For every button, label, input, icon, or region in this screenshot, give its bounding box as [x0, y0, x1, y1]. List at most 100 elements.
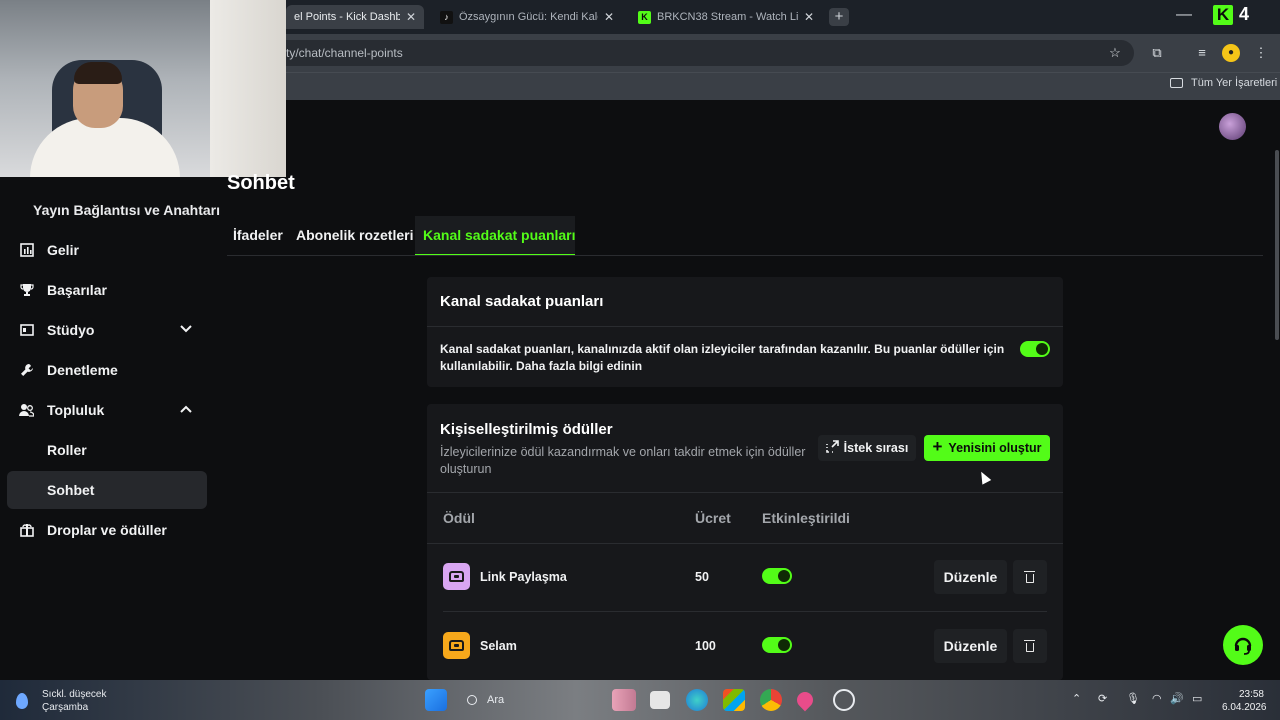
menu-kebab-icon[interactable]: ⋮ [1252, 44, 1270, 62]
kick-extension-badge[interactable]: K 4 [1213, 4, 1249, 25]
edit-reward-button[interactable]: Düzenle [934, 629, 1007, 663]
weather-line1: Sıckl. düşecek [42, 689, 107, 700]
column-header-reward: Ödül [443, 510, 475, 526]
plus-icon: + [932, 437, 943, 456]
headset-icon [1234, 637, 1252, 655]
reward-name: Selam [480, 639, 517, 653]
tray-overflow-icon[interactable]: ⌃ [1072, 692, 1081, 705]
sidebar-item-gelir[interactable]: Gelir [7, 231, 207, 269]
microphone-icon[interactable]: 🎙 [1126, 692, 1140, 705]
sidebar-item-denetleme[interactable]: Denetleme [7, 351, 207, 389]
user-avatar[interactable] [1219, 113, 1246, 140]
tab-title: Özsaygının Gücü: Kendi Kalen... [459, 11, 598, 23]
weather-widget[interactable]: Sıckl. düşecek Çarşamba [16, 688, 106, 714]
chrome-icon[interactable] [760, 689, 782, 711]
reward-enable-toggle[interactable] [762, 637, 792, 653]
reward-name: Link Paylaşma [480, 570, 567, 584]
weather-line2: Çarşamba [42, 702, 89, 713]
clock-date: 6.04.2026 [1222, 702, 1267, 713]
address-bar[interactable]: ty/chat/channel-points [270, 40, 1134, 66]
reward-phone-icon [443, 632, 470, 659]
taskbar-clock[interactable]: 23:58 6.04.2026 [1222, 688, 1267, 714]
rain-icon [16, 693, 28, 709]
bookmark-star-icon[interactable]: ☆ [1106, 44, 1124, 62]
card-title: Kanal sadakat puanları [440, 293, 604, 310]
reward-enable-toggle[interactable] [762, 568, 792, 584]
loyalty-description: Kanal sadakat puanları, kanalınızda akti… [440, 342, 1005, 373]
search-label: Ara [487, 694, 505, 706]
chart-icon [19, 243, 34, 258]
sidebar-item-sohbet[interactable]: Sohbet [7, 471, 207, 509]
sidebar-item-label: Stüdyo [47, 322, 95, 338]
minimize-icon[interactable]: — [1176, 6, 1192, 24]
rewards-description: İzleyicilerinize ödül kazandırmak ve onl… [440, 445, 806, 476]
row-divider [443, 611, 1047, 612]
media-control-icon[interactable]: ≡ [1193, 44, 1211, 62]
all-bookmarks-button[interactable]: Tüm Yer İşaretleri [1170, 77, 1277, 89]
tab-kick-stream[interactable]: K BRKCN38 Stream - Watch Live ✕ [630, 5, 822, 29]
sidebar-stream-key-link[interactable]: Yayın Bağlantısı ve Anahtarı [33, 202, 220, 218]
delete-reward-button[interactable] [1013, 560, 1047, 594]
tab-abonelik-rozetleri[interactable]: Abonelik rozetleri [296, 227, 413, 243]
close-icon[interactable]: ✕ [804, 10, 814, 24]
sidebar-item-studyo[interactable]: Stüdyo [7, 311, 207, 349]
chevron-up-icon[interactable] [179, 402, 193, 416]
new-tab-button[interactable]: + [829, 8, 849, 26]
sidebar-item-label: Roller [47, 442, 87, 458]
external-queue-icon [825, 440, 839, 456]
column-header-cost: Ücret [695, 510, 731, 526]
tab-title: el Points - Kick Dashboard [294, 11, 400, 23]
store-icon[interactable] [723, 689, 745, 711]
windows-taskbar [0, 680, 1280, 720]
profile-icon[interactable]: ● [1222, 44, 1240, 62]
edit-reward-button[interactable]: Düzenle [934, 560, 1007, 594]
widgets-icon[interactable] [612, 689, 636, 711]
request-queue-button[interactable]: İstek sırası [818, 435, 916, 461]
windows-start-icon[interactable] [425, 689, 447, 711]
sync-icon[interactable]: ⟳ [1098, 692, 1107, 705]
edge-browser-icon[interactable] [686, 689, 708, 711]
button-label: İstek sırası [843, 441, 909, 455]
task-view-icon[interactable] [650, 691, 670, 709]
volume-icon[interactable]: 🔊 [1170, 692, 1184, 705]
page-scrollbar[interactable] [1275, 150, 1279, 340]
taskbar-search[interactable]: Ara [459, 689, 545, 711]
obs-icon[interactable] [833, 689, 855, 711]
tab-kanal-sadakat-puanlari[interactable]: Kanal sadakat puanları [423, 227, 576, 243]
battery-icon[interactable]: ▭ [1192, 692, 1202, 705]
delete-reward-button[interactable] [1013, 629, 1047, 663]
button-label: Yenisini oluştur [948, 441, 1042, 455]
tab-ifadeler[interactable]: İfadeler [233, 227, 283, 243]
sidebar-item-roller[interactable]: Roller [7, 431, 207, 469]
loyalty-enable-toggle[interactable] [1020, 341, 1050, 357]
sidebar-item-label: Denetleme [47, 362, 118, 378]
sidebar-item-droplar[interactable]: Droplar ve ödüller [7, 511, 207, 549]
card-divider [427, 326, 1063, 327]
webcam-overlay [0, 0, 286, 177]
tab-tiktok[interactable]: ♪ Özsaygının Gücü: Kendi Kalen... ✕ [432, 5, 622, 29]
studio-icon [19, 323, 34, 338]
sidebar-item-topluluk[interactable]: Topluluk [7, 391, 207, 429]
chevron-down-icon[interactable] [179, 322, 193, 336]
sidebar-item-label: Sohbet [47, 482, 95, 498]
search-icon [467, 695, 477, 705]
trophy-icon [19, 283, 34, 298]
sidebar-item-basarilar[interactable]: Başarılar [7, 271, 207, 309]
sidebar-item-label: Başarılar [47, 282, 107, 298]
community-icon [19, 403, 34, 418]
extensions-icon[interactable]: ⧉ [1148, 44, 1166, 62]
column-header-enabled: Etkinleştirildi [762, 510, 850, 526]
tab-kick-dashboard[interactable]: el Points - Kick Dashboard ✕ [286, 5, 424, 29]
kick-logo-icon: K [1213, 4, 1233, 25]
kick-logo-icon: K [638, 10, 651, 24]
wifi-icon[interactable]: ◠ [1152, 692, 1162, 705]
create-reward-button[interactable]: + Yenisini oluştur [924, 435, 1050, 461]
reward-phone-icon [443, 563, 470, 590]
trash-icon [1024, 570, 1035, 583]
support-chat-button[interactable] [1223, 625, 1263, 665]
page-title: Sohbet [227, 172, 295, 194]
clock-time: 23:58 [1238, 689, 1264, 700]
close-icon[interactable]: ✕ [604, 10, 614, 24]
close-icon[interactable]: ✕ [406, 10, 416, 24]
tab-title: BRKCN38 Stream - Watch Live [657, 11, 798, 23]
